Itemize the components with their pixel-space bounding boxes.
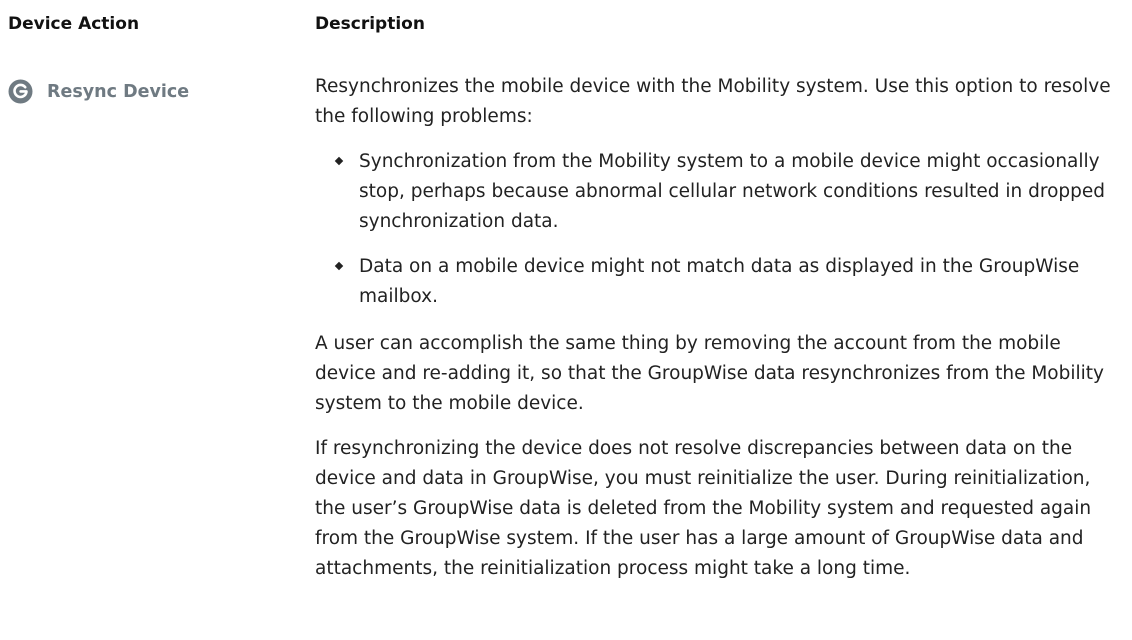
description-cell: Resynchronizes the mobile device with th… xyxy=(315,72,1115,599)
column-header-description: Description xyxy=(315,14,425,34)
list-item: Data on a mobile device might not match … xyxy=(334,252,1115,312)
description-paragraph-2: A user can accomplish the same thing by … xyxy=(315,333,1104,414)
resync-device-label: Resync Device xyxy=(47,81,190,102)
description-intro: Resynchronizes the mobile device with th… xyxy=(315,76,1111,127)
description-paragraph-3: If resynchronizing the device does not r… xyxy=(315,438,1092,579)
problem-list: Synchronization from the Mobility system… xyxy=(315,147,1115,312)
diamond-bullet-icon xyxy=(334,261,344,271)
resync-device-action[interactable]: Resync Device xyxy=(8,79,189,104)
column-header-device-action: Device Action xyxy=(8,14,140,34)
list-item-text: Synchronization from the Mobility system… xyxy=(359,151,1106,232)
table-header-row: Device Action Description xyxy=(8,14,1132,42)
diamond-bullet-icon xyxy=(334,156,344,166)
list-item: Synchronization from the Mobility system… xyxy=(334,147,1115,237)
list-item-text: Data on a mobile device might not match … xyxy=(359,256,1080,307)
resync-icon xyxy=(8,79,33,104)
